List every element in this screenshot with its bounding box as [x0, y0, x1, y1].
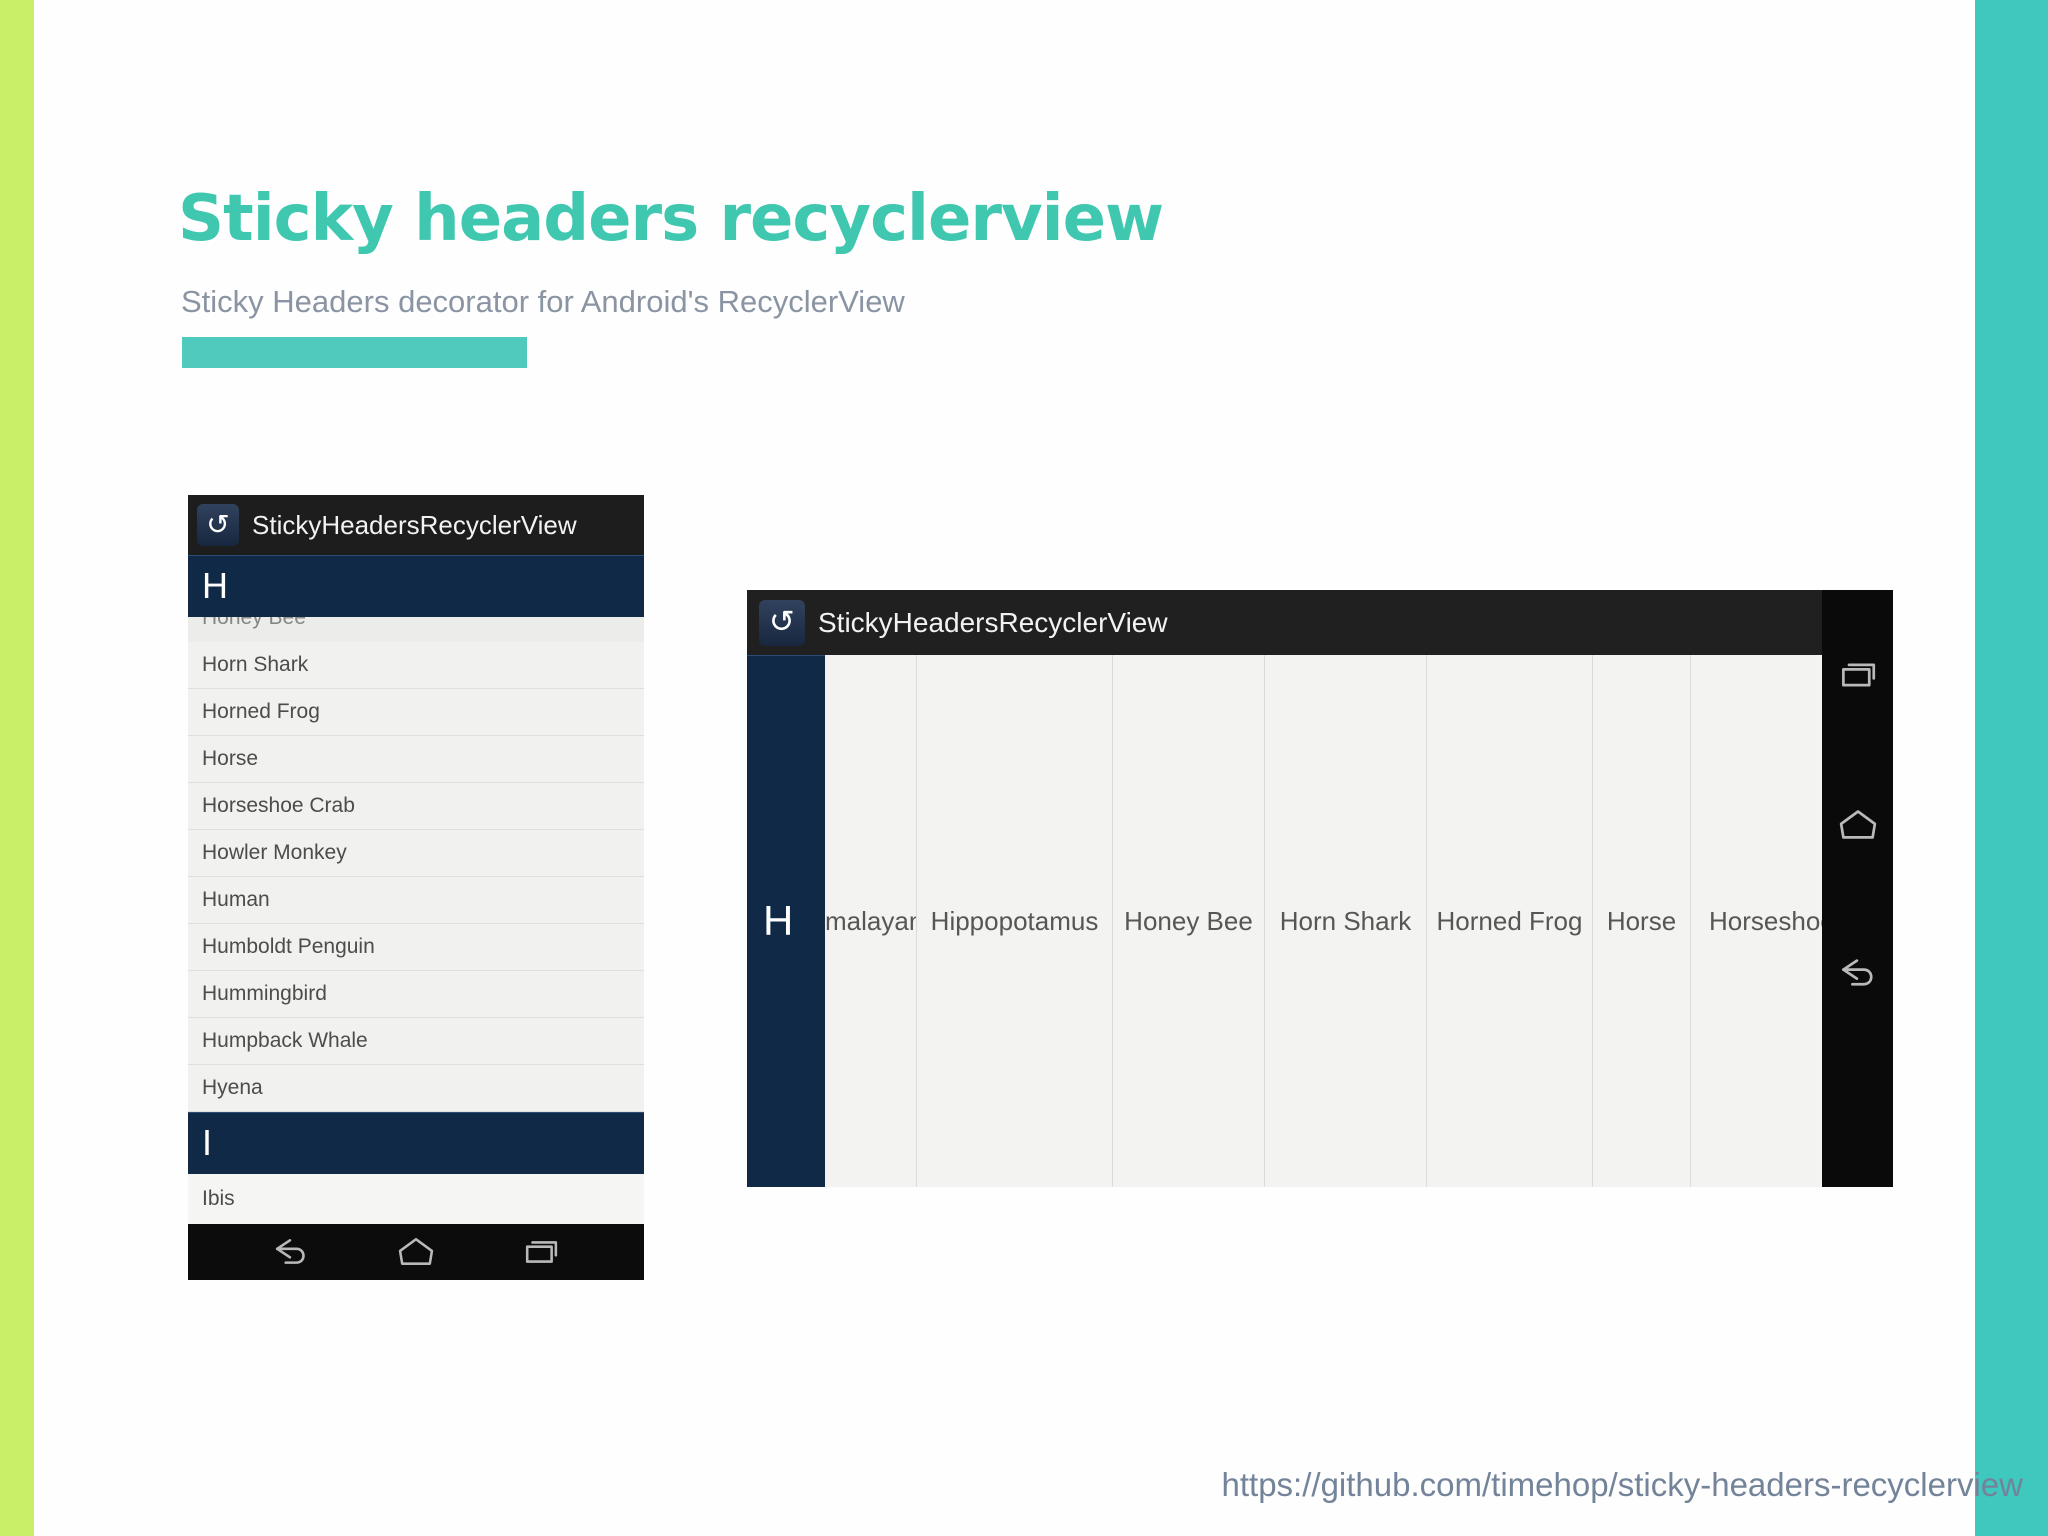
list-item-label: Hummingbird: [202, 982, 327, 1005]
list-item: Howler Monkey: [188, 830, 644, 877]
list-item-label: Humpback Whale: [202, 1029, 368, 1052]
list-item: Horseshoe Crab: [188, 783, 644, 830]
portrait-list: Horn Shark Horned Frog Horse Horseshoe C…: [188, 642, 644, 1112]
back-icon: [275, 1239, 305, 1264]
list-item-label: Hyena: [202, 1076, 263, 1099]
sticky-header-h: H: [188, 555, 644, 617]
list-item: Hummingbird: [188, 971, 644, 1018]
sticky-header-h-letter: H: [763, 897, 794, 944]
sticky-header-h: H: [747, 655, 825, 1187]
app-refresh-icon: ↺: [197, 504, 239, 546]
list-item-label: malayan: [825, 905, 917, 936]
sticky-header-i: I: [188, 1112, 644, 1174]
list-item: Ibis: [188, 1174, 644, 1224]
landscape-appbar: ↺ StickyHeadersRecyclerView: [747, 590, 1822, 655]
back-icon: [1842, 959, 1873, 986]
recents-icon: [526, 1241, 558, 1263]
list-item: Horseshoe: [1691, 655, 1822, 1187]
list-item: Humpback Whale: [188, 1018, 644, 1065]
list-item-label: Hippopotamus: [930, 905, 1099, 936]
landscape-appbar-title: StickyHeadersRecyclerView: [818, 606, 1168, 638]
list-item: Horse: [1593, 655, 1691, 1187]
portrait-appbar-title: StickyHeadersRecyclerView: [252, 509, 577, 540]
github-repo-link[interactable]: https://github.com/timehop/sticky-header…: [1222, 1466, 2023, 1504]
list-item: Hippopotamus: [917, 655, 1113, 1187]
title-underline-bar: [182, 337, 527, 368]
list-item: Horned Frog: [188, 689, 644, 736]
portrait-appbar: ↺ StickyHeadersRecyclerView: [188, 495, 644, 555]
list-item-label: Horned Frog: [1436, 905, 1583, 936]
list-item-label: Human: [202, 888, 270, 911]
list-item: Hyena: [188, 1065, 644, 1112]
list-item-partial: Honey Bee: [188, 617, 644, 642]
list-item-label: Honey Bee: [1124, 905, 1253, 936]
left-accent-stripe: [0, 0, 34, 1536]
home-icon: [1839, 810, 1877, 839]
recents-icon: [1842, 663, 1876, 687]
sticky-header-h-letter: H: [202, 565, 228, 606]
list-item-label: Horseshoe Crab: [202, 794, 355, 817]
portrait-navbar: [188, 1224, 644, 1280]
list-item-label: Horseshoe: [1709, 905, 1822, 936]
list-item: Horn Shark: [188, 642, 644, 689]
right-accent-stripe: [1975, 0, 2048, 1536]
list-item-label: Horn Shark: [1279, 905, 1412, 936]
list-item-label: Ibis: [202, 1187, 235, 1210]
list-item: Horned Frog: [1427, 655, 1593, 1187]
list-item-label: Horn Shark: [202, 653, 309, 676]
list-item-partial-label: Honey Bee: [202, 617, 306, 629]
portrait-screenshot: ↺ StickyHeadersRecyclerView H Honey Bee …: [188, 495, 644, 1280]
landscape-screenshot: ↺ StickyHeadersRecyclerView H malayan Hi…: [747, 590, 1893, 1187]
list-item-label: Humboldt Penguin: [202, 935, 375, 958]
list-item: Honey Bee: [1113, 655, 1265, 1187]
landscape-navbar: [1822, 590, 1893, 1187]
app-refresh-icon: ↺: [759, 599, 805, 646]
list-item: Humboldt Penguin: [188, 924, 644, 971]
list-item: Horse: [188, 736, 644, 783]
landscape-list: H malayan Hippopotamus Honey Bee Horn Sh…: [747, 655, 1822, 1187]
home-icon: [398, 1237, 434, 1265]
list-item-label: Horse: [202, 747, 259, 770]
list-item-label: Horned Frog: [202, 700, 320, 723]
list-item-label: Howler Monkey: [202, 841, 347, 864]
list-item: Horn Shark: [1265, 655, 1427, 1187]
landscape-cells: malayan Hippopotamus Honey Bee Horn Shar…: [825, 655, 1822, 1187]
list-item: malayan: [825, 655, 917, 1187]
page-subtitle: Sticky Headers decorator for Android's R…: [181, 284, 905, 319]
sticky-header-i-letter: I: [202, 1122, 213, 1163]
list-item-label: Horse: [1606, 905, 1677, 936]
list-item: Human: [188, 877, 644, 924]
page-title: Sticky headers recyclerview: [178, 182, 1164, 256]
